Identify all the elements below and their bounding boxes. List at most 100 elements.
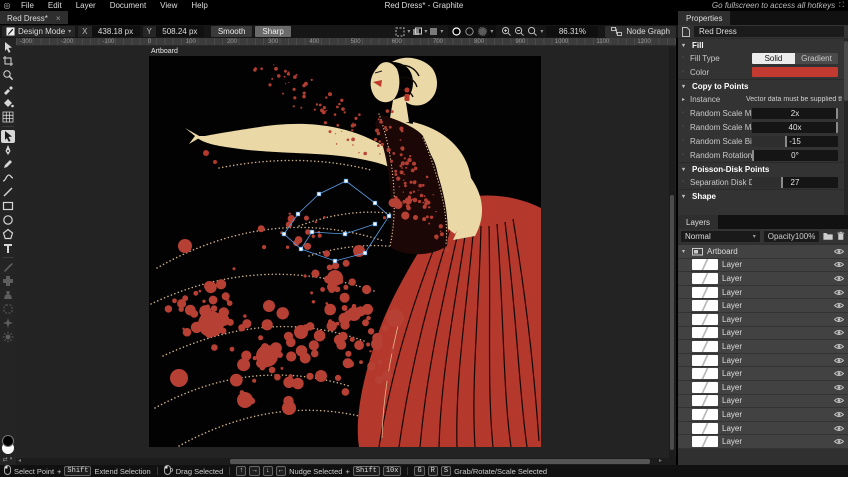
heal-tool[interactable] — [1, 275, 15, 288]
random-scale-max-field[interactable]: 40x — [752, 121, 838, 133]
section-shape[interactable]: ▾ Shape — [678, 189, 848, 202]
layer-row[interactable]: Layer — [678, 367, 848, 381]
overlay-dotted-icon[interactable] — [477, 26, 488, 37]
fill-type-solid-button[interactable]: Solid — [752, 52, 795, 64]
visibility-eye-icon[interactable] — [834, 438, 844, 445]
menu-item-layer[interactable]: Layer — [69, 1, 103, 10]
visibility-eye-icon[interactable] — [834, 397, 844, 404]
new-folder-icon[interactable] — [823, 231, 834, 241]
visibility-eye-icon[interactable] — [834, 289, 844, 296]
delete-layer-icon[interactable] — [837, 231, 845, 241]
horizontal-scrollbar-thumb[interactable] — [230, 459, 650, 464]
eyedropper-tool[interactable] — [1, 83, 15, 96]
tab-layers[interactable]: Layers — [678, 215, 719, 229]
selection-bounds-icon[interactable] — [395, 27, 405, 37]
expand-arrow-icon[interactable]: ▾ — [682, 248, 688, 255]
chevron-down-icon[interactable]: ▾ — [440, 28, 443, 35]
fill-type-gradient-button[interactable]: Gradient — [795, 52, 838, 64]
parameter-expose-icon[interactable]: ◦ — [682, 69, 690, 75]
node-graph-button[interactable]: Node Graph — [605, 25, 676, 38]
section-poisson-disk-points[interactable]: ▾ Poisson-Disk Points — [678, 162, 848, 175]
sharp-button[interactable]: Sharp — [255, 26, 291, 37]
parameter-expose-icon[interactable]: ◦ — [682, 110, 690, 116]
fill-color-swatch[interactable] — [752, 67, 838, 77]
layer-row[interactable]: Layer — [678, 408, 848, 422]
rectangle-tool[interactable] — [1, 200, 15, 213]
layer-row[interactable]: Layer — [678, 435, 848, 449]
smooth-button[interactable]: Smooth — [210, 26, 253, 37]
chevron-down-icon[interactable]: ▾ — [407, 28, 410, 35]
random-scale-bias-field[interactable]: -15 — [752, 135, 838, 147]
visibility-eye-icon[interactable] — [834, 425, 844, 432]
fill-tool[interactable] — [1, 97, 15, 110]
pen-tool[interactable] — [1, 144, 15, 157]
graphite-logo-icon[interactable]: ◎ — [0, 1, 14, 10]
menu-item-file[interactable]: File — [14, 1, 41, 10]
visibility-eye-icon[interactable] — [834, 275, 844, 282]
zoom-out-icon[interactable] — [514, 26, 525, 37]
zoom-in-icon[interactable] — [501, 26, 512, 37]
fullscreen-hint[interactable]: Go fullscreen to access all hotkeys ⛶ — [712, 1, 848, 10]
swap-colors-icon[interactable]: ⇄ — [3, 456, 8, 463]
freehand-tool[interactable] — [1, 158, 15, 171]
section-copy-to-points[interactable]: ▾ Copy to Points — [678, 79, 848, 92]
separation-disk-diameter-field[interactable]: 27 — [752, 176, 838, 188]
visibility-eye-icon[interactable] — [834, 384, 844, 391]
visibility-eye-icon[interactable] — [834, 302, 844, 309]
snap-swatch-icon[interactable] — [429, 27, 438, 36]
spline-tool[interactable] — [1, 172, 15, 185]
visibility-eye-icon[interactable] — [834, 357, 844, 364]
clone-tool[interactable] — [1, 289, 15, 302]
zoom-reset-icon[interactable] — [527, 26, 538, 37]
chevron-down-icon[interactable]: ▾ — [490, 28, 493, 35]
text-tool[interactable] — [1, 242, 15, 255]
navigate-tool[interactable] — [1, 69, 15, 82]
scroll-right-icon[interactable]: ▸ — [659, 458, 662, 465]
line-tool[interactable] — [1, 186, 15, 199]
layer-row[interactable]: Layer — [678, 285, 848, 300]
brush-tool[interactable] — [1, 261, 15, 274]
vertical-scrollbar[interactable] — [669, 47, 675, 458]
visibility-eye-icon[interactable] — [834, 343, 844, 350]
parameter-expose-icon[interactable]: ◦ — [682, 152, 690, 158]
layer-row[interactable]: Layer — [678, 299, 848, 313]
random-rotation-field[interactable]: 0° — [752, 149, 838, 161]
chevron-right-icon[interactable]: ▸ — [682, 96, 690, 103]
chevron-down-icon[interactable]: ▾ — [424, 28, 427, 35]
layer-row[interactable]: Layer — [678, 272, 848, 286]
menu-item-help[interactable]: Help — [184, 1, 214, 10]
visibility-eye-icon[interactable] — [834, 248, 844, 255]
layer-row[interactable]: Layer — [678, 421, 848, 436]
visibility-eye-icon[interactable] — [834, 261, 844, 268]
primary-color-swatch[interactable] — [2, 435, 14, 447]
path-tool[interactable] — [1, 129, 15, 143]
parameter-expose-icon[interactable]: ◦ — [682, 179, 690, 185]
visibility-eye-icon[interactable] — [834, 370, 844, 377]
viewport[interactable]: -300 -200 -100 0 100 200 300 400 500 600 700 800 900… — [16, 38, 676, 465]
menu-item-document[interactable]: Document — [103, 1, 153, 10]
visibility-eye-icon[interactable] — [834, 316, 844, 323]
menu-item-edit[interactable]: Edit — [41, 1, 69, 10]
detail-tool[interactable] — [1, 317, 15, 330]
close-tab-icon[interactable]: × — [56, 14, 61, 23]
layer-row[interactable]: Layer — [678, 312, 848, 327]
layer-row[interactable]: Layer — [678, 326, 848, 341]
relight-tool[interactable] — [1, 331, 15, 344]
document-name-field[interactable]: Red Dress — [694, 26, 844, 37]
design-mode-dropdown[interactable]: Design Mode ▾ — [2, 26, 76, 37]
y-coordinate-field[interactable]: Y 508.24 px — [142, 26, 204, 37]
gradient-tool[interactable] — [1, 111, 15, 124]
zoom-level-field[interactable]: 86.31% — [546, 26, 599, 37]
random-scale-min-field[interactable]: 2x — [752, 107, 838, 119]
chevron-down-icon[interactable]: ▾ — [540, 28, 543, 35]
visibility-eye-icon[interactable] — [834, 411, 844, 418]
layer-row[interactable]: Layer — [678, 258, 848, 273]
pivot-options-icon[interactable] — [412, 27, 423, 37]
layer-row[interactable]: Layer — [678, 394, 848, 409]
artboard-tool[interactable] — [1, 55, 15, 68]
layer-row[interactable]: Layer — [678, 380, 848, 395]
parameter-expose-icon[interactable]: ◦ — [682, 138, 690, 144]
layer-row-artboard[interactable]: ▾ Artboard — [678, 245, 848, 259]
ellipse-tool[interactable] — [1, 214, 15, 227]
overlay-outline-icon[interactable] — [464, 26, 475, 37]
